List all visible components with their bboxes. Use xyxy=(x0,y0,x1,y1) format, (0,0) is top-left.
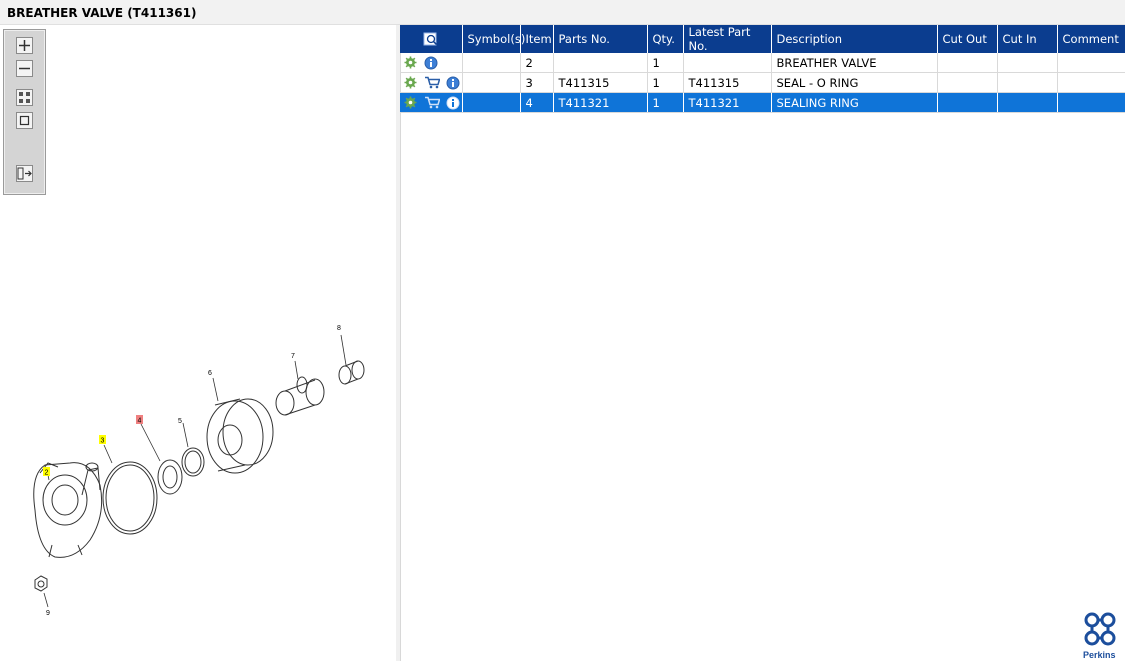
column-header-parts-no[interactable]: Parts No. xyxy=(553,25,648,53)
cell-qty: 1 xyxy=(647,53,684,73)
cell-symbols xyxy=(462,53,521,73)
parts-table: Symbol(s) Item Parts No. Qty. Latest Par… xyxy=(400,25,1125,113)
cell-qty: 1 xyxy=(647,72,684,93)
cell-cut-out xyxy=(937,92,998,113)
callout-8[interactable]: 8 xyxy=(337,325,341,332)
parts-table-container: Symbol(s) Item Parts No. Qty. Latest Par… xyxy=(400,25,1125,113)
table-row[interactable]: 3 T411315 1 T411315 SEAL - O RING xyxy=(400,72,1125,93)
callout-2[interactable]: 2 xyxy=(45,470,49,477)
row-actions-cell xyxy=(400,92,463,113)
zoom-out-icon xyxy=(19,67,30,70)
cell-item: 3 xyxy=(520,72,554,93)
toggle-panel-icon xyxy=(17,167,32,180)
cell-cut-in xyxy=(997,72,1058,93)
window-title: BREATHER VALVE (T411361) xyxy=(7,6,197,20)
column-header-cut-out[interactable]: Cut Out xyxy=(937,25,998,53)
title-bar: BREATHER VALVE (T411361) xyxy=(0,0,1125,25)
cell-part-no xyxy=(553,53,648,73)
bushing-part[interactable] xyxy=(338,360,365,385)
zoom-in-button[interactable] xyxy=(16,37,33,54)
actual-size-icon xyxy=(19,115,30,126)
column-header-qty[interactable]: Qty. xyxy=(647,25,684,53)
cell-description: BREATHER VALVE xyxy=(771,53,938,73)
brand-name: Perkins xyxy=(1083,650,1116,660)
callout-4[interactable]: 4 xyxy=(138,418,142,425)
fit-page-button[interactable] xyxy=(16,89,33,106)
spool-part[interactable] xyxy=(275,376,325,416)
callout-7[interactable]: 7 xyxy=(291,353,295,360)
column-header-latest-part-no[interactable]: Latest Part No. xyxy=(683,25,772,53)
gear-icon[interactable] xyxy=(404,96,417,109)
cart-icon[interactable] xyxy=(424,76,440,89)
cell-part-no: T411315 xyxy=(553,72,648,93)
cell-cut-out xyxy=(937,53,998,73)
callout-3[interactable]: 3 xyxy=(101,438,105,445)
nut-part[interactable] xyxy=(34,575,48,592)
cell-latest-part-no: T411315 xyxy=(683,72,772,93)
cell-cut-in xyxy=(997,53,1058,73)
o-ring-part[interactable] xyxy=(102,461,158,535)
info-icon[interactable] xyxy=(446,76,460,90)
gear-icon[interactable] xyxy=(404,56,417,69)
breather-valve-body[interactable] xyxy=(33,462,103,558)
cell-symbols xyxy=(462,92,521,113)
table-row-selected[interactable]: 4 T411321 1 T411321 SEALING RING xyxy=(400,92,1125,113)
cell-comment xyxy=(1057,92,1125,113)
callout-6[interactable]: 6 xyxy=(208,370,212,377)
cart-icon[interactable] xyxy=(424,96,440,109)
info-icon[interactable] xyxy=(446,96,460,110)
row-actions-cell xyxy=(400,53,463,73)
cell-part-no: T411321 xyxy=(553,92,648,113)
sealing-ring-part[interactable] xyxy=(157,459,183,495)
cell-cut-in xyxy=(997,92,1058,113)
cell-qty: 1 xyxy=(647,92,684,113)
gear-housing-part[interactable] xyxy=(206,398,274,474)
cell-description: SEALING RING xyxy=(771,92,938,113)
cell-latest-part-no: T411321 xyxy=(683,92,772,113)
column-header-cut-in[interactable]: Cut In xyxy=(997,25,1058,53)
diagram-pane[interactable]: 2 3 4 5 6 7 8 9 xyxy=(0,25,397,661)
search-list-icon xyxy=(423,32,437,46)
cell-latest-part-no xyxy=(683,53,772,73)
cell-item: 2 xyxy=(520,53,554,73)
zoom-out-button[interactable] xyxy=(16,60,33,77)
table-header-row: Symbol(s) Item Parts No. Qty. Latest Par… xyxy=(400,25,1125,53)
exploded-parts-diagram: 2 3 4 5 6 7 8 9 xyxy=(33,325,365,617)
column-header-comment[interactable]: Comment xyxy=(1057,25,1125,53)
cell-description: SEAL - O RING xyxy=(771,72,938,93)
cell-symbols xyxy=(462,72,521,93)
table-row[interactable]: 2 1 BREATHER VALVE xyxy=(400,53,1125,73)
callout-9[interactable]: 9 xyxy=(46,610,50,617)
fit-page-icon xyxy=(19,92,30,103)
perkins-logo-icon xyxy=(1084,612,1116,646)
actual-size-button[interactable] xyxy=(16,112,33,129)
pane-splitter[interactable] xyxy=(396,25,401,661)
viewer-toolbar xyxy=(3,29,46,195)
row-actions-cell xyxy=(400,72,463,93)
info-icon[interactable] xyxy=(424,56,438,70)
cell-comment xyxy=(1057,72,1125,93)
zoom-in-icon xyxy=(19,40,30,51)
column-header-symbols[interactable]: Symbol(s) xyxy=(462,25,525,53)
perkins-logo: Perkins xyxy=(1082,612,1122,660)
cell-cut-out xyxy=(937,72,998,93)
column-header-actions[interactable] xyxy=(400,25,463,53)
cell-item: 4 xyxy=(520,92,554,113)
column-header-description[interactable]: Description xyxy=(771,25,938,53)
gear-icon[interactable] xyxy=(404,76,417,89)
toggle-panel-button[interactable] xyxy=(16,165,33,182)
callout-5[interactable]: 5 xyxy=(178,418,182,425)
cell-comment xyxy=(1057,53,1125,73)
